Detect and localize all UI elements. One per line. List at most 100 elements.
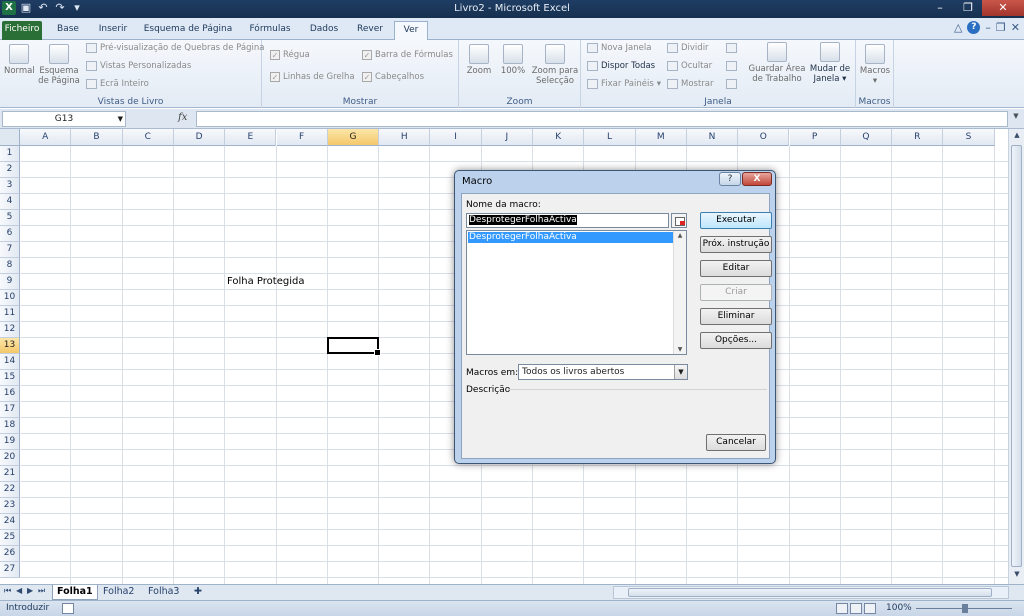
tab-home[interactable]: Base (48, 21, 88, 40)
row-header-26[interactable]: 26 (0, 546, 20, 562)
hide-button[interactable]: Ocultar (667, 61, 712, 71)
scroll-down-icon[interactable]: ▼ (1010, 570, 1024, 578)
zoom-slider-knob[interactable] (962, 604, 968, 613)
zoom-100-button[interactable]: 100% (499, 44, 527, 76)
row-header-1[interactable]: 1 (0, 146, 20, 162)
insert-sheet-icon[interactable]: ✚ (190, 585, 206, 600)
help-icon[interactable]: ? (967, 21, 981, 34)
page-layout-icon[interactable] (850, 603, 862, 614)
tab-data[interactable]: Dados (304, 21, 344, 40)
next-sheet-icon[interactable]: ▶ (27, 586, 33, 595)
vertical-scroll-thumb[interactable] (1011, 145, 1022, 567)
column-header-l[interactable]: L (584, 129, 636, 146)
view-side-by-side-button[interactable] (726, 43, 737, 53)
tab-file[interactable]: Ficheiro (2, 21, 42, 40)
row-header-13[interactable]: 13 (0, 338, 20, 354)
list-item[interactable]: DesprotegerFolhaActiva (468, 232, 673, 243)
tab-formulas[interactable]: Fórmulas (242, 21, 298, 40)
minimize-ribbon-icon[interactable]: △ (954, 21, 962, 34)
page-break-preview-button[interactable]: Pré-visualização de Quebras de Página (86, 43, 264, 53)
expand-formula-bar-icon[interactable]: ▼ (1010, 112, 1022, 126)
run-button[interactable]: Executar (700, 212, 772, 229)
column-header-o[interactable]: O (738, 129, 790, 146)
first-sheet-icon[interactable]: ⏮ (4, 586, 11, 596)
save-workspace-button[interactable]: Guardar Área de Trabalho (747, 42, 807, 84)
column-header-b[interactable]: B (71, 129, 123, 146)
options-button[interactable]: Opções... (700, 332, 772, 349)
arrange-all-button[interactable]: Dispor Todas (587, 61, 655, 71)
split-button[interactable]: Dividir (667, 43, 709, 53)
row-header-22[interactable]: 22 (0, 482, 20, 498)
step-into-button[interactable]: Próx. instrução (700, 236, 772, 253)
delete-button[interactable]: Eliminar (700, 308, 772, 325)
workbook-restore-icon[interactable]: ❐ (996, 21, 1006, 34)
edit-button[interactable]: Editar (700, 260, 772, 277)
column-header-j[interactable]: J (481, 129, 533, 146)
tab-review[interactable]: Rever (350, 21, 390, 40)
row-header-21[interactable]: 21 (0, 466, 20, 482)
scroll-up-icon[interactable]: ▲ (674, 232, 686, 239)
horizontal-scroll-thumb[interactable] (628, 588, 992, 597)
workbook-minimize-icon[interactable]: – (985, 21, 991, 34)
sheet-tab-folha3[interactable]: Folha3 (144, 585, 183, 600)
column-header-h[interactable]: H (379, 129, 431, 146)
record-macro-icon[interactable] (62, 603, 74, 614)
collapse-dialog-icon[interactable] (671, 213, 687, 228)
tab-page-layout[interactable]: Esquema de Página (140, 21, 236, 40)
row-header-10[interactable]: 10 (0, 290, 20, 306)
dialog-help-button[interactable]: ? (719, 172, 741, 186)
column-header-i[interactable]: I (430, 129, 482, 146)
dialog-close-button[interactable]: X (742, 172, 772, 186)
row-header-11[interactable]: 11 (0, 306, 20, 322)
zoom-button[interactable]: Zoom (465, 44, 493, 76)
sheet-tab-folha2[interactable]: Folha2 (99, 585, 138, 600)
row-header-2[interactable]: 2 (0, 162, 20, 178)
vertical-scrollbar[interactable]: ▲ ▼ (1008, 129, 1024, 584)
prev-sheet-icon[interactable]: ◀ (16, 586, 22, 595)
row-header-27[interactable]: 27 (0, 562, 20, 578)
row-header-4[interactable]: 4 (0, 194, 20, 210)
close-button[interactable]: ✕ (982, 0, 1024, 16)
row-header-24[interactable]: 24 (0, 514, 20, 530)
row-header-6[interactable]: 6 (0, 226, 20, 242)
minimize-button[interactable]: – (926, 0, 954, 16)
full-screen-button[interactable]: Ecrã Inteiro (86, 79, 149, 89)
cancel-button[interactable]: Cancelar (706, 434, 766, 451)
zoom-level[interactable]: 100% (886, 603, 912, 613)
gridlines-checkbox[interactable]: ✓ Linhas de Grelha (270, 72, 355, 82)
chevron-down-icon[interactable]: ▼ (674, 365, 687, 379)
row-header-3[interactable]: 3 (0, 178, 20, 194)
new-window-button[interactable]: Nova Janela (587, 43, 651, 53)
macro-name-input[interactable]: DesprotegerFolhaActiva (466, 213, 669, 228)
normal-view-button[interactable]: Normal (4, 44, 35, 76)
row-header-8[interactable]: 8 (0, 258, 20, 274)
sheet-tab-folha1[interactable]: Folha1 (52, 585, 98, 600)
switch-windows-button[interactable]: Mudar de Janela ▾ (807, 42, 853, 84)
reset-window-position-button[interactable] (726, 79, 737, 89)
active-cell-g13[interactable] (327, 337, 381, 356)
row-header-16[interactable]: 16 (0, 386, 20, 402)
column-header-c[interactable]: C (122, 129, 174, 146)
macros-button[interactable]: Macros ▾ (858, 44, 892, 86)
column-header-f[interactable]: F (276, 129, 328, 146)
column-header-q[interactable]: Q (840, 129, 893, 146)
headings-checkbox[interactable]: ✓ Cabeçalhos (362, 72, 424, 82)
macros-in-select[interactable]: Todos os livros abertos ▼ (518, 364, 688, 380)
custom-views-button[interactable]: Vistas Personalizadas (86, 61, 191, 71)
insert-function-icon[interactable]: fx (178, 112, 187, 123)
column-header-r[interactable]: R (892, 129, 944, 146)
row-header-17[interactable]: 17 (0, 402, 20, 418)
list-scrollbar[interactable]: ▲ ▼ (673, 231, 686, 354)
column-header-p[interactable]: P (789, 129, 841, 146)
column-header-n[interactable]: N (686, 129, 739, 146)
column-header-a[interactable]: A (20, 129, 72, 146)
last-sheet-icon[interactable]: ⏭ (38, 586, 45, 596)
page-break-icon[interactable] (864, 603, 876, 614)
row-header-9[interactable]: 9 (0, 274, 20, 290)
normal-view-icon[interactable] (836, 603, 848, 614)
scroll-up-icon[interactable]: ▲ (1010, 131, 1024, 139)
row-header-23[interactable]: 23 (0, 498, 20, 514)
restore-button[interactable]: ❐ (954, 0, 982, 16)
unhide-button[interactable]: Mostrar (667, 79, 714, 89)
column-header-k[interactable]: K (533, 129, 585, 146)
